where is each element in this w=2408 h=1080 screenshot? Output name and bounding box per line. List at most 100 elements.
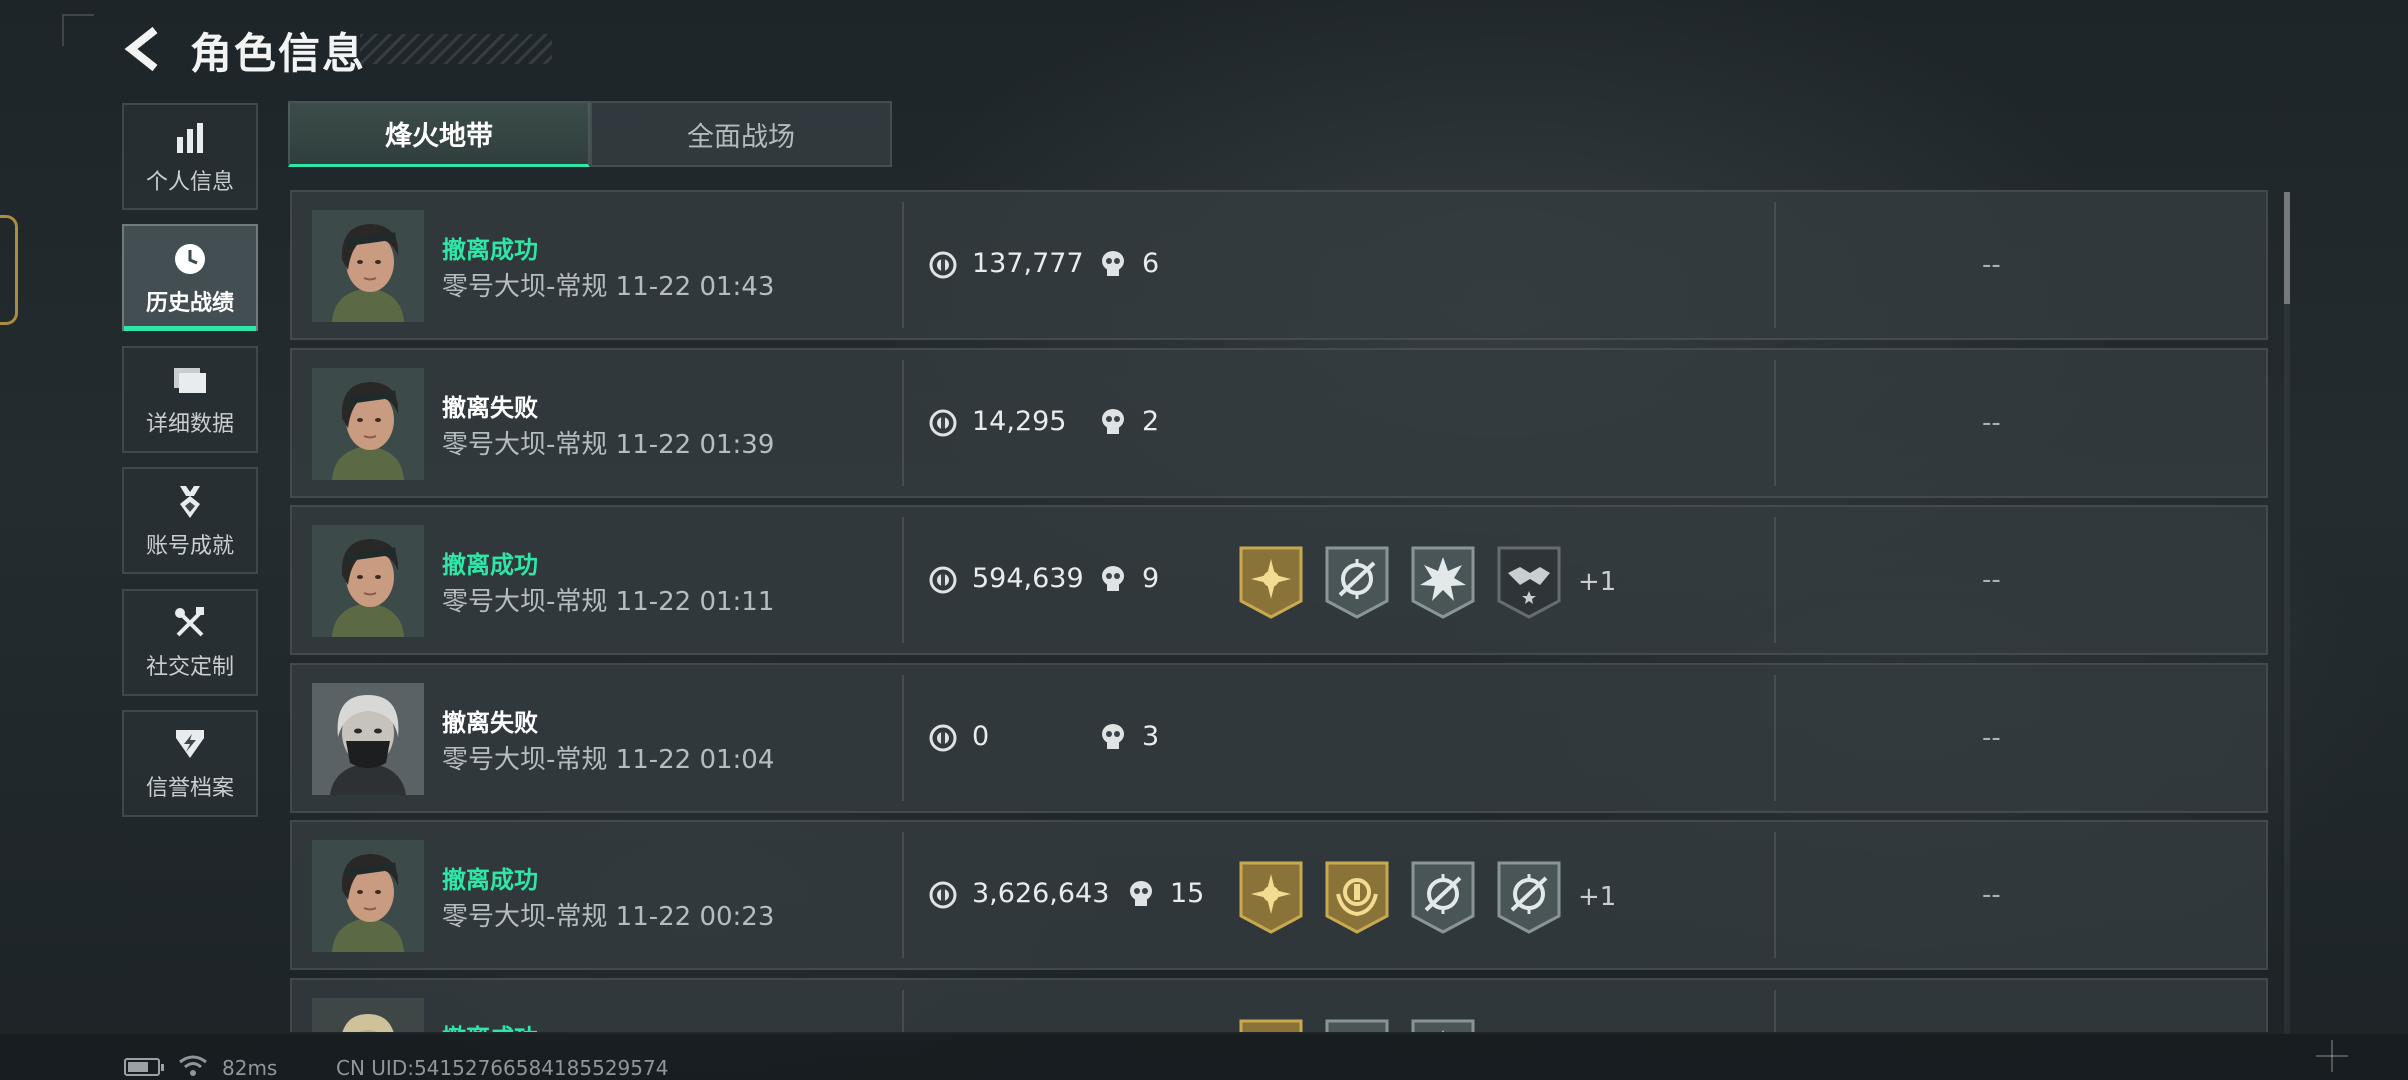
skull-icon <box>1098 722 1128 752</box>
nav-item-reputation[interactable]: 信誉档案 <box>122 709 258 817</box>
coins-value: 14,295 <box>972 405 1067 437</box>
extraction-result: 撤离失败 <box>442 708 538 737</box>
crosshair-icon <box>2316 1040 2348 1072</box>
corner-decoration <box>62 14 94 46</box>
scrollbar-thumb[interactable] <box>2284 192 2290 304</box>
nav-item-label: 历史战绩 <box>145 290 234 316</box>
skull-icon <box>1098 249 1128 279</box>
badge-list <box>1238 1018 1476 1033</box>
mode-tabs: 烽火地带 全面战场 <box>288 101 892 167</box>
rating-value: -- <box>1982 722 2001 753</box>
divider <box>1774 517 1776 643</box>
nav-item-label: 社交定制 <box>145 655 234 681</box>
gold-sun-badge[interactable] <box>1238 545 1304 619</box>
match-record-row[interactable]: 撤离失败零号大坝-常规 11-22 01:04 0 3 -- <box>290 662 2268 813</box>
tools-icon <box>170 603 210 643</box>
tab-full-battlefield[interactable]: 全面战场 <box>590 101 892 167</box>
extraction-result: 撤离成功 <box>442 236 538 264</box>
shield-bolt-icon <box>170 724 210 764</box>
match-record-row[interactable]: 撤离成功 <box>290 977 2268 1033</box>
dark-handshake-badge[interactable] <box>1496 545 1562 619</box>
operator-avatar <box>312 998 424 1033</box>
gray-crosshair-badge[interactable] <box>1324 545 1390 619</box>
extraction-result: 撤离成功 <box>442 866 538 894</box>
divider <box>1774 359 1776 486</box>
nav-item-match-history[interactable]: 历史战绩 <box>122 224 258 332</box>
extraction-result: 撤离成功 <box>442 1018 538 1033</box>
kills-value: 15 <box>1170 878 1205 909</box>
gray-crosshair-badge[interactable] <box>1324 1018 1390 1033</box>
nav-item-label: 账号成就 <box>145 533 234 559</box>
kills-value: 6 <box>1142 248 1160 279</box>
gray-crosshair-badge[interactable] <box>1496 860 1562 934</box>
rating-value: -- <box>1982 250 2001 280</box>
match-record-row[interactable]: 撤离失败 零号大坝-常规 11-22 01:39 14,295 2 -- <box>290 347 2268 498</box>
coin-icon <box>928 565 958 595</box>
divider <box>1774 832 1776 958</box>
kills-value: 9 <box>1142 563 1160 594</box>
nav-item-social-custom[interactable]: 社交定制 <box>122 588 258 696</box>
divider <box>902 989 904 1032</box>
extraction-result: 撤离失败 <box>442 393 538 422</box>
coins-value: 3,626,643 <box>972 878 1110 909</box>
tab-hazard-zone[interactable]: 烽火地带 <box>288 101 590 167</box>
side-edge-indicator <box>0 215 18 325</box>
nav-item-achievements[interactable]: 账号成就 <box>122 467 258 575</box>
more-badges-count[interactable]: +1 <box>1578 567 1616 597</box>
match-record-row[interactable]: 撤离成功零号大坝-常规 11-22 00:23 3,626,643 15 +1 -- <box>290 820 2268 970</box>
divider <box>1774 674 1776 801</box>
divider <box>902 202 904 328</box>
divider <box>902 674 904 801</box>
gray-burst-badge[interactable] <box>1410 1018 1476 1033</box>
divider <box>902 832 904 958</box>
operator-avatar <box>312 525 424 637</box>
wifi-icon <box>179 1055 207 1076</box>
gold-laurel-badge[interactable] <box>1324 860 1390 934</box>
badge-list: +1 <box>1238 860 1616 934</box>
back-arrow-icon <box>124 26 158 72</box>
map-and-time: 零号大坝-常规 11-22 01:04 <box>442 744 775 775</box>
kills-value: 2 <box>1142 405 1160 437</box>
gold-sun-badge[interactable] <box>1238 1018 1304 1033</box>
map-and-time: 零号大坝-常规 11-22 01:39 <box>442 429 775 460</box>
rating-value: -- <box>1982 880 2001 910</box>
operator-avatar <box>312 368 424 480</box>
more-badges-count[interactable]: +1 <box>1578 882 1616 912</box>
scrollbar-track[interactable] <box>2284 192 2290 1034</box>
ping-value: 82ms <box>222 1056 278 1080</box>
kills-value: 3 <box>1142 720 1160 752</box>
coins-value: 0 <box>972 720 990 752</box>
coin-icon <box>928 723 958 753</box>
page-title: 角色信息 <box>190 29 367 78</box>
match-record-row[interactable]: 撤离成功零号大坝-常规 11-22 01:43 137,777 6 -- <box>290 190 2268 340</box>
skull-icon <box>1126 879 1156 909</box>
battery-icon <box>124 1058 164 1076</box>
map-and-time: 零号大坝-常规 11-22 01:43 <box>442 272 775 302</box>
nav-item-detailed-data[interactable]: 详细数据 <box>122 345 258 453</box>
map-and-time: 零号大坝-常规 11-22 00:23 <box>442 902 775 932</box>
match-record-row[interactable]: 撤离成功 零号大坝-常规 11-22 01:11 594,639 9 +1 -- <box>290 505 2268 655</box>
folder-icon <box>170 360 210 400</box>
gray-crosshair-badge[interactable] <box>1410 860 1476 934</box>
match-history-list[interactable]: 撤离成功 零号大坝-常规 11-22 01:43 137,777 6 -- 撤离失败 零号大… <box>290 190 2268 1032</box>
divider <box>1774 202 1776 328</box>
divider <box>902 517 904 643</box>
bar-chart-icon <box>170 118 210 158</box>
coins-value: 594,639 <box>972 563 1084 594</box>
gold-sun-badge[interactable] <box>1238 860 1304 934</box>
skull-icon <box>1098 564 1128 594</box>
coin-icon <box>928 250 958 280</box>
gray-burst-badge[interactable] <box>1410 545 1476 619</box>
back-button[interactable] <box>118 22 168 76</box>
nav-item-label: 个人信息 <box>145 169 234 195</box>
map-and-time: 零号大坝-常规 11-22 01:11 <box>442 587 775 617</box>
medal-icon <box>170 482 210 522</box>
user-uid: CN UID:54152766584185529574 <box>336 1056 669 1080</box>
operator-avatar <box>312 840 424 952</box>
coin-icon <box>928 408 958 438</box>
nav-item-personal-info[interactable]: 个人信息 <box>122 103 258 210</box>
nav-item-label: 信誉档案 <box>145 776 234 802</box>
divider <box>1774 989 1776 1032</box>
side-nav: 个人信息 历史战绩 详细数据 账号成就 社交定制 信誉档案 <box>122 103 258 831</box>
coins-value: 137,777 <box>972 248 1084 279</box>
